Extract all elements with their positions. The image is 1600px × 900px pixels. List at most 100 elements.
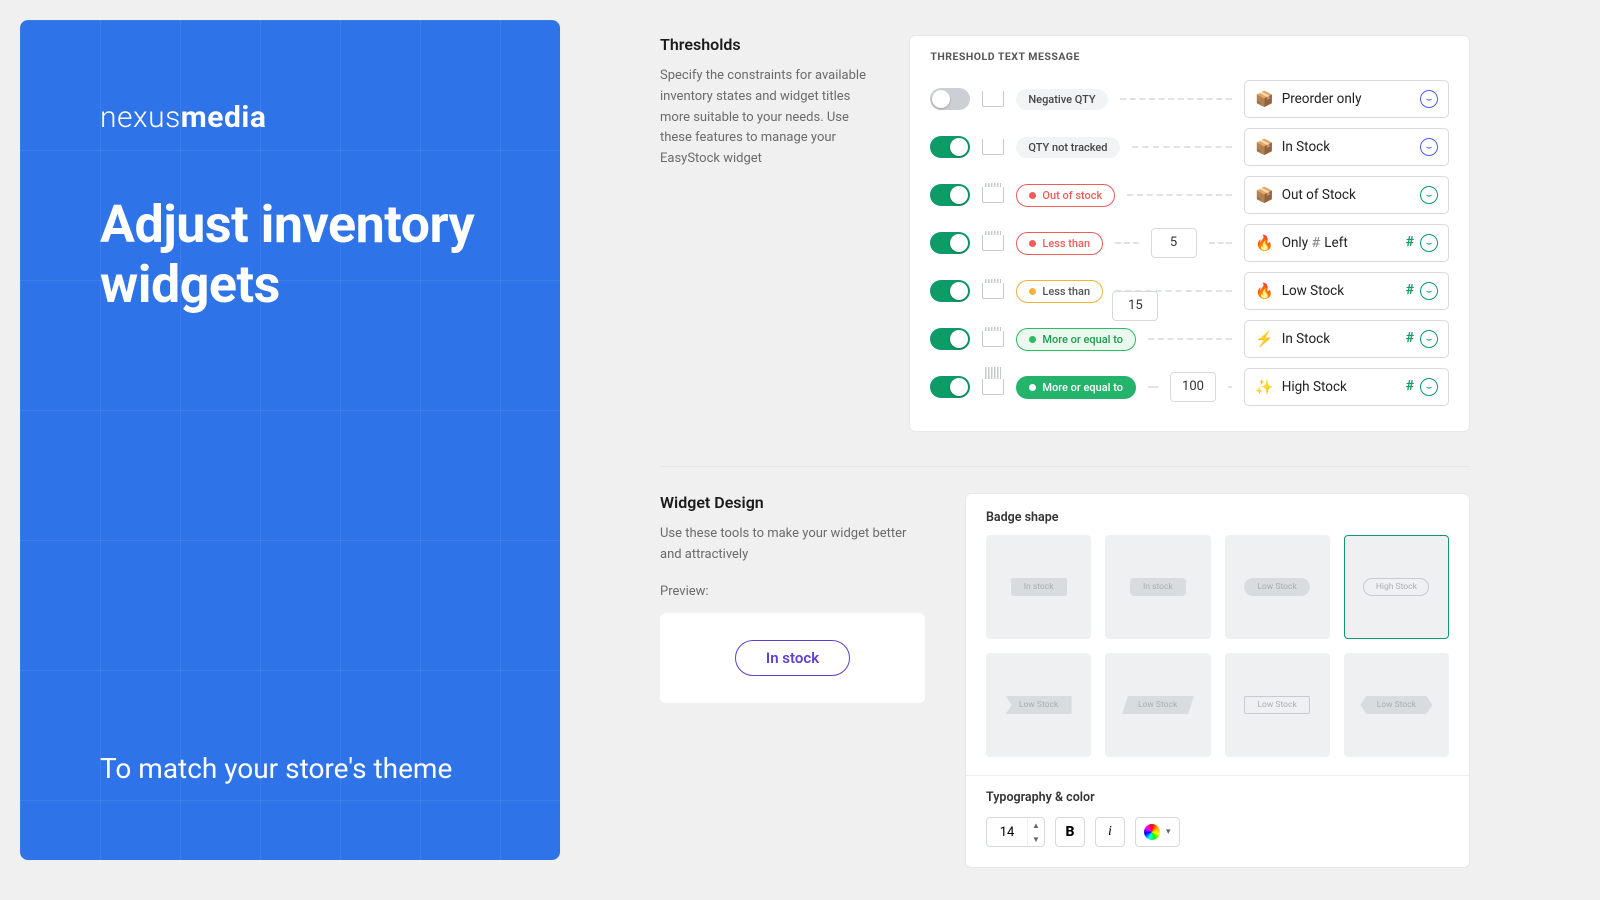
reaction-picker-icon[interactable]: ⌣ [1420,186,1438,204]
thresholds-caption: THRESHOLD TEXT MESSAGE [930,36,1449,75]
hero-card: nexusmedia Adjust inventory widgets To m… [20,20,560,860]
state-pill-out: Out of stock [1016,184,1115,207]
design-card: Badge shape In stock In stock Low Stock … [965,493,1470,868]
threshold-row-ge15: More or equal to ⚡ In Stock #⌣ 15 [930,315,1449,363]
state-pill-ge15: More or equal to [1016,328,1136,351]
hero-title: Adjust inventory widgets [100,195,480,315]
preview-label: Preview: [660,584,925,599]
message-field-ge100[interactable]: ✨ High Stock #⌣ [1244,368,1449,406]
fire-icon: 🔥 [1255,234,1274,252]
settings-panel: Thresholds Specify the constraints for a… [660,35,1470,868]
thresholds-card: THRESHOLD TEXT MESSAGE Negative QTY 📦 Pr… [909,35,1470,432]
value-input-ge15[interactable]: 15 [1112,291,1158,321]
toggle-out[interactable] [930,184,970,206]
toggle-lt5[interactable] [930,232,970,254]
value-input-lt5[interactable]: 5 [1151,228,1197,258]
message-field-untracked[interactable]: 📦 In Stock ⌣ [1244,128,1449,166]
state-pill-ge100: More or equal to [1016,376,1136,399]
insert-count-icon[interactable]: # [1406,330,1414,348]
box-icon: 📦 [1255,90,1274,108]
connector-line [1120,98,1232,100]
threshold-row-out: Out of stock 📦 Out of Stock ⌣ [930,171,1449,219]
badge-shape-caption: Badge shape [966,494,1469,535]
connector-line [1228,386,1232,388]
box-icon: 📦 [1255,138,1274,156]
design-desc: Use these tools to make your widget bett… [660,524,925,566]
state-pill-lt5: Less than [1016,232,1103,255]
reaction-picker-icon[interactable]: ⌣ [1420,138,1438,156]
widget-preview: In stock [660,613,925,703]
toggle-lt15[interactable] [930,280,970,302]
design-heading: Widget Design [660,493,925,512]
preview-badge: In stock [735,640,850,676]
reaction-picker-icon[interactable]: ⌣ [1420,330,1438,348]
stepper-up-icon[interactable]: ▲ [1028,818,1044,832]
color-wheel-icon [1144,824,1160,840]
insert-count-icon[interactable]: # [1406,234,1414,252]
insert-count-icon[interactable]: # [1406,282,1414,300]
thresholds-desc: Specify the constraints for available in… [660,66,869,170]
state-pill-untracked: QTY not tracked [1016,137,1119,158]
inventory-level-icon [982,331,1004,347]
message-field-lt15[interactable]: 🔥 Low Stock #⌣ [1244,272,1449,310]
section-divider [660,466,1470,467]
font-size-input[interactable]: 14 ▲ ▼ [986,817,1045,847]
brand-logo: nexusmedia [100,100,480,135]
bolt-icon: ⚡ [1255,330,1274,348]
thresholds-intro: Thresholds Specify the constraints for a… [660,35,869,432]
chevron-down-icon: ▾ [1166,827,1171,837]
shape-option-rounded[interactable]: In stock [1105,535,1210,639]
stepper-down-icon[interactable]: ▼ [1028,832,1044,846]
threshold-row-lt15: Less than 🔥 Low Stock #⌣ [930,267,1449,315]
inventory-level-icon [982,139,1004,155]
color-picker-button[interactable]: ▾ [1135,817,1180,847]
typography-caption: Typography & color [986,790,1449,805]
reaction-picker-icon[interactable]: ⌣ [1420,282,1438,300]
value-input-ge100[interactable]: 100 [1170,372,1216,402]
connector-line [1148,386,1158,388]
toggle-ge100[interactable] [930,376,970,398]
toggle-ge15[interactable] [930,328,970,350]
state-pill-negative: Negative QTY [1016,89,1107,110]
design-intro: Widget Design Use these tools to make yo… [660,493,925,599]
message-field-ge15[interactable]: ⚡ In Stock #⌣ [1244,320,1449,358]
toggle-negative[interactable] [930,88,970,110]
reaction-picker-icon[interactable]: ⌣ [1420,90,1438,108]
italic-button[interactable]: i [1095,817,1125,847]
thresholds-heading: Thresholds [660,35,869,54]
badge-shape-grid: In stock In stock Low Stock High Stock L… [966,535,1469,775]
shape-option-parallelogram[interactable]: Low Stock [1105,653,1210,757]
box-icon: 📦 [1255,186,1274,204]
brand-logo-bold: media [181,100,267,135]
message-field-out[interactable]: 📦 Out of Stock ⌣ [1244,176,1449,214]
bold-button[interactable]: B [1055,817,1085,847]
connector-line [1148,338,1232,340]
connector-line [1132,146,1233,148]
shape-option-border[interactable]: Low Stock [1225,653,1330,757]
shape-option-ribbon[interactable]: Low Stock [1344,653,1449,757]
inventory-level-icon [982,283,1004,299]
toggle-untracked[interactable] [930,136,970,158]
inventory-level-icon [982,187,1004,203]
threshold-row-negative: Negative QTY 📦 Preorder only ⌣ [930,75,1449,123]
threshold-row-ge100: More or equal to 100 ✨ High Stock #⌣ [930,363,1449,411]
inventory-level-icon [982,91,1004,107]
brand-logo-light: nexus [100,100,181,135]
message-field-lt5[interactable]: 🔥 Only # Left #⌣ [1244,224,1449,262]
sparkle-icon: ✨ [1255,378,1274,396]
message-field-negative[interactable]: 📦 Preorder only ⌣ [1244,80,1449,118]
count-placeholder-icon: # [1312,235,1320,251]
connector-line [1209,242,1232,244]
insert-count-icon[interactable]: # [1406,378,1414,396]
inventory-level-icon [982,379,1004,395]
shape-option-rect[interactable]: In stock [986,535,1091,639]
threshold-row-lt5: Less than 5 🔥 Only # Left #⌣ [930,219,1449,267]
shape-option-outline-pill[interactable]: High Stock [1344,535,1449,639]
state-pill-lt15: Less than [1016,280,1103,303]
reaction-picker-icon[interactable]: ⌣ [1420,234,1438,252]
shape-option-pill[interactable]: Low Stock [1225,535,1330,639]
hero-subtitle: To match your store's theme [100,748,480,790]
shape-option-arrow[interactable]: Low Stock [986,653,1091,757]
reaction-picker-icon[interactable]: ⌣ [1420,378,1438,396]
connector-line [1115,242,1138,244]
